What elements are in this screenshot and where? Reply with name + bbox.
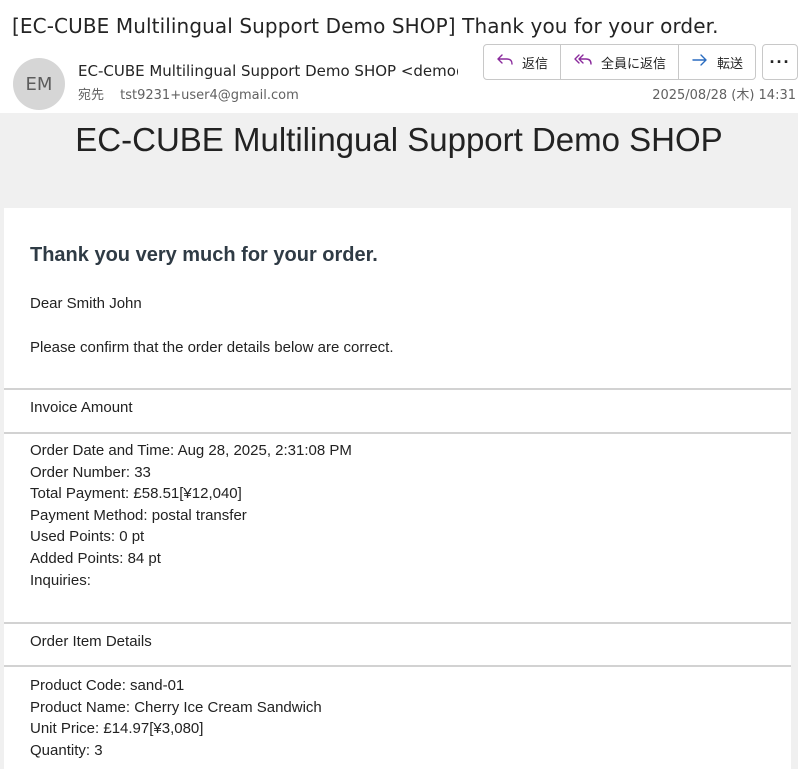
invoice-line: Used Points: 0 pt	[30, 528, 145, 546]
to-label: 宛先	[78, 88, 105, 103]
invoice-line: Order Date and Time: Aug 28, 2025, 2:31:…	[30, 442, 352, 459]
reply-button[interactable]: 返信	[484, 45, 562, 79]
more-dots-icon: ···	[769, 51, 791, 72]
invoice-line: Total Payment: £58.51[¥12,040]	[30, 485, 242, 503]
item-line: Quantity: 3	[30, 741, 103, 759]
message-date: 2025/08/28 (木) 14:31	[652, 88, 796, 103]
reply-all-button[interactable]: 全員に返信	[561, 45, 680, 79]
order-card: Thank you very much for your order. Dear…	[4, 208, 791, 778]
reply-all-icon	[573, 52, 593, 72]
item-line: Product Name: Cherry Ice Cream Sandwich	[30, 698, 322, 716]
greeting: Dear Smith John	[30, 295, 142, 312]
invoice-details: Order Date and Time: Aug 28, 2025, 2:31:…	[30, 440, 352, 591]
email-subject: [EC-CUBE Multilingual Support Demo SHOP]…	[12, 14, 719, 38]
divider	[4, 388, 791, 390]
sender-avatar[interactable]: EM	[13, 58, 65, 110]
reply-label: 返信	[522, 56, 549, 72]
recipient-row: 宛先 tst9231+user4@gmail.com	[78, 84, 299, 103]
invoice-line: Order Number: 33	[30, 463, 151, 481]
message-actions: 返信 全員に返信 転送	[483, 44, 757, 80]
item-line: Product Code: sand-01	[30, 677, 185, 694]
recipient-address[interactable]: tst9231+user4@gmail.com	[120, 88, 299, 103]
divider	[4, 432, 791, 434]
invoice-section-title: Invoice Amount	[30, 399, 133, 416]
thank-you-heading: Thank you very much for your order.	[30, 244, 378, 266]
forward-button[interactable]: 転送	[679, 45, 755, 79]
sender-name[interactable]: EC-CUBE Multilingual Support Demo SHOP <…	[78, 62, 458, 80]
mail-body: EC-CUBE Multilingual Support Demo SHOP T…	[0, 113, 798, 778]
reply-all-label: 全員に返信	[601, 56, 667, 72]
invoice-line: Payment Method: postal transfer	[30, 506, 247, 524]
more-actions-button[interactable]: ···	[762, 44, 798, 80]
reply-icon	[496, 52, 514, 72]
forward-arrow-icon	[691, 52, 709, 72]
invoice-line: Added Points: 84 pt	[30, 549, 161, 567]
item-details: Product Code: sand-01 Product Name: Cher…	[30, 675, 322, 761]
divider	[4, 622, 791, 624]
invoice-line: Inquiries:	[30, 571, 91, 589]
items-section-title: Order Item Details	[30, 633, 152, 650]
confirm-text: Please confirm that the order details be…	[30, 339, 394, 356]
divider	[4, 665, 791, 667]
item-line: Unit Price: £14.97[¥3,080]	[30, 720, 204, 738]
shop-title: EC-CUBE Multilingual Support Demo SHOP	[75, 121, 723, 158]
forward-label: 転送	[717, 56, 744, 72]
